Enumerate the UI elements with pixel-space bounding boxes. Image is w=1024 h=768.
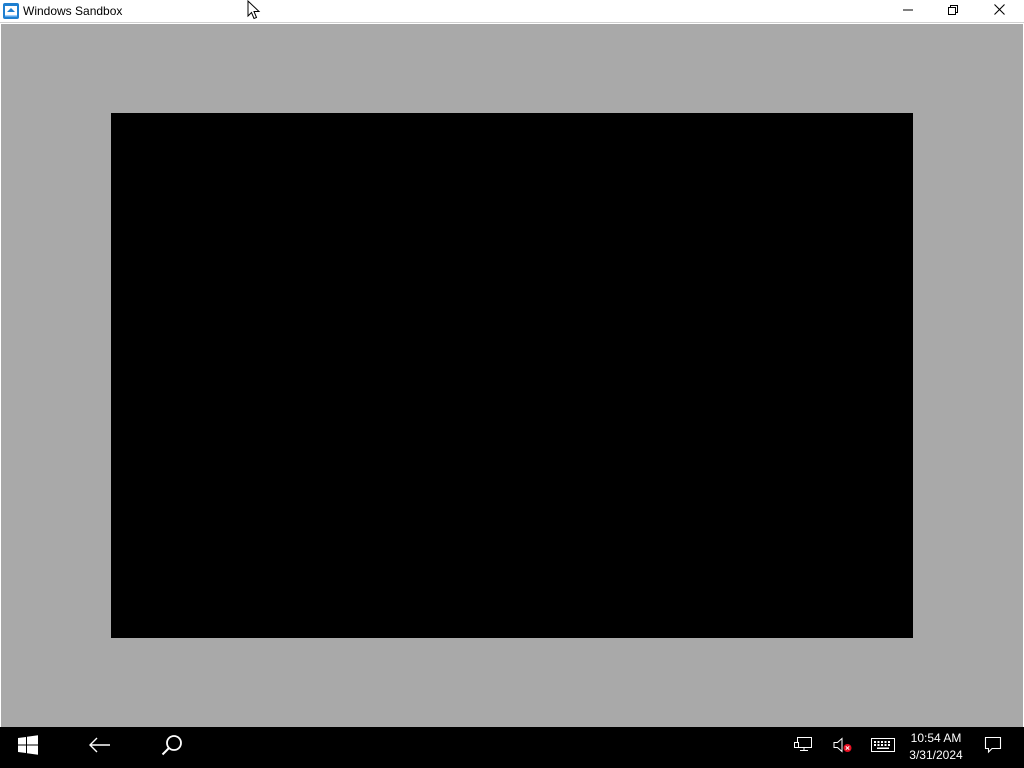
restore-button[interactable] — [930, 0, 976, 22]
volume-muted-icon — [833, 737, 853, 758]
volume-tray-button[interactable] — [828, 727, 858, 768]
sandbox-app-icon — [3, 3, 19, 19]
taskbar: 10:54 AM 3/31/2024 — [0, 727, 1024, 768]
close-button[interactable] — [976, 0, 1022, 22]
mouse-cursor-icon — [247, 0, 261, 20]
close-icon — [993, 2, 1005, 20]
windows-logo-icon — [18, 735, 38, 760]
minimize-icon — [903, 2, 913, 20]
system-clock[interactable]: 10:54 AM 3/31/2024 — [904, 730, 968, 766]
vm-display[interactable] — [111, 113, 913, 638]
clock-time: 10:54 AM — [910, 731, 962, 745]
start-button[interactable] — [0, 727, 56, 768]
touch-keyboard-tray-button[interactable] — [866, 727, 900, 768]
restore-icon — [948, 2, 958, 20]
title-bar[interactable]: Windows Sandbox — [0, 0, 1024, 23]
windows-sandbox-window: Windows Sandbox 10:54 AM 3/31/2024 — [0, 0, 1024, 768]
minimize-button[interactable] — [885, 0, 931, 22]
clock-date: 3/31/2024 — [909, 748, 963, 762]
network-tray-button[interactable] — [788, 727, 818, 768]
back-button[interactable] — [76, 727, 124, 768]
window-title: Windows Sandbox — [23, 4, 123, 18]
touch-keyboard-icon — [871, 738, 895, 757]
search-button[interactable] — [148, 727, 196, 768]
action-center-button[interactable] — [976, 727, 1010, 768]
search-icon — [161, 734, 183, 761]
action-center-icon — [984, 736, 1002, 759]
sandbox-client-area[interactable] — [1, 24, 1023, 727]
network-icon — [794, 737, 812, 758]
back-arrow-icon — [89, 737, 111, 758]
